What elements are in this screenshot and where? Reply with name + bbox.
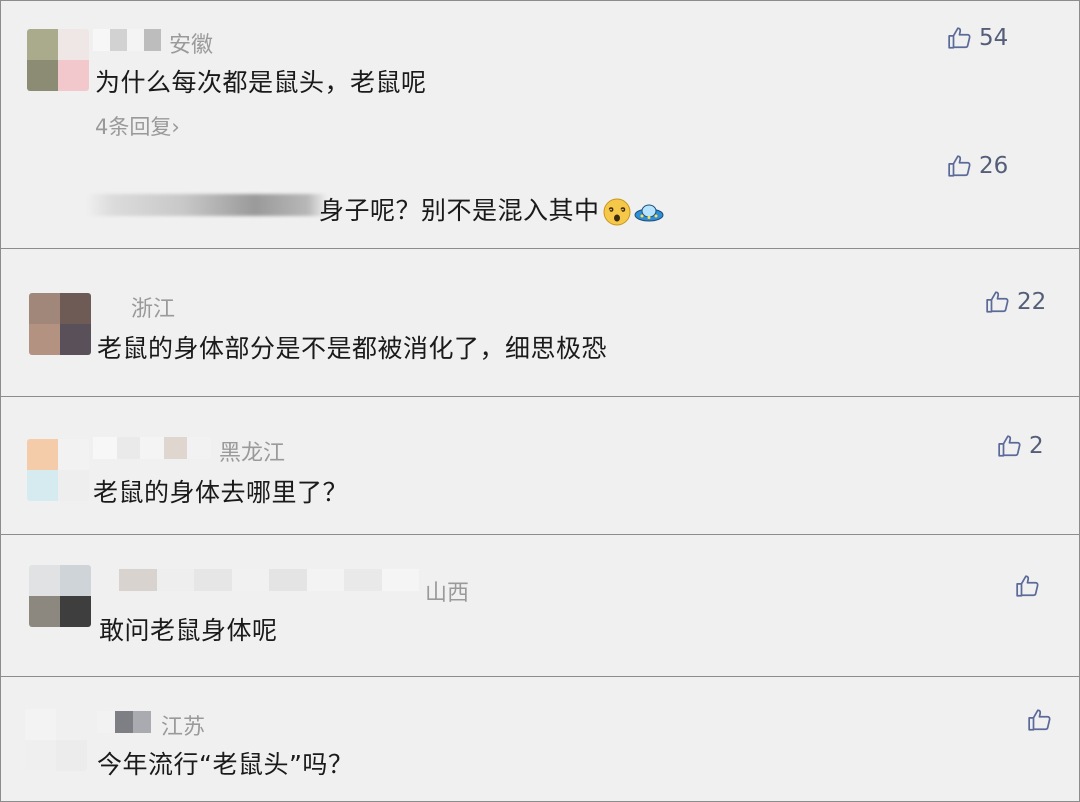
avatar[interactable] — [29, 565, 91, 627]
avatar[interactable] — [27, 29, 89, 91]
like-button[interactable]: 54 — [947, 25, 1008, 51]
view-replies-link[interactable]: 4条回复› — [95, 111, 180, 141]
username-mosaic[interactable] — [97, 711, 151, 733]
comment-card: 浙江 老鼠的身体部分是不是都被消化了，细思极恐 22 — [1, 249, 1079, 397]
like-count: 54 — [979, 25, 1009, 51]
like-button[interactable]: 2 — [997, 433, 1044, 459]
chevron-right-icon: › — [171, 115, 180, 139]
comment-text: 今年流行“老鼠头”吗？ — [97, 750, 354, 779]
comment-feed: 安徽 为什么每次都是鼠头，老鼠呢 4条回复› 54 身子呢？别不是混入其中 26… — [0, 0, 1080, 802]
comment-region: 江苏 — [161, 715, 206, 740]
username-mosaic[interactable] — [93, 29, 161, 51]
comment-card: 山西 敢问老鼠身体呢 — [1, 535, 1079, 677]
reply-text: 身子呢？别不是混入其中 — [319, 191, 664, 227]
comment-region: 山西 — [425, 581, 470, 606]
comment-region: 黑龙江 — [219, 441, 286, 466]
comment-text: 老鼠的身体部分是不是都被消化了，细思极恐 — [97, 334, 608, 363]
thumbs-up-icon — [948, 27, 971, 49]
comment-text: 敢问老鼠身体呢 — [99, 616, 278, 645]
reply-author-blur — [87, 194, 327, 216]
comment-card: 江苏 今年流行“老鼠头”吗？ — [1, 677, 1079, 802]
comment-text: 老鼠的身体去哪里了？ — [93, 478, 349, 507]
comment-region: 浙江 — [131, 297, 176, 322]
dizzy-face-emoji — [603, 198, 631, 226]
thumbs-up-icon — [986, 291, 1009, 313]
thumbs-up-icon — [1016, 575, 1039, 597]
like-count: 22 — [1017, 289, 1047, 315]
avatar[interactable] — [27, 439, 89, 501]
like-button[interactable]: 22 — [985, 289, 1046, 315]
replies-count: 4条回复 — [95, 115, 172, 139]
comment-card: 黑龙江 老鼠的身体去哪里了？ 2 — [1, 397, 1079, 535]
like-button[interactable] — [1027, 707, 1059, 733]
ufo-emoji — [634, 204, 664, 222]
comment-text: 为什么每次都是鼠头，老鼠呢 — [95, 68, 427, 97]
username-mosaic[interactable] — [93, 437, 211, 459]
thumbs-up-icon — [998, 435, 1021, 457]
comment-card: 安徽 为什么每次都是鼠头，老鼠呢 4条回复› 54 身子呢？别不是混入其中 26 — [1, 1, 1079, 249]
like-button[interactable] — [1015, 573, 1047, 599]
thumbs-up-icon — [1028, 709, 1051, 731]
like-count: 2 — [1029, 433, 1044, 459]
reply-like-button[interactable]: 26 — [947, 153, 1008, 179]
avatar[interactable] — [29, 293, 91, 355]
avatar[interactable] — [25, 709, 87, 771]
reply-like-count: 26 — [979, 153, 1009, 179]
username-mosaic[interactable] — [119, 569, 419, 591]
thumbs-up-icon — [948, 155, 971, 177]
comment-region: 安徽 — [169, 33, 214, 58]
